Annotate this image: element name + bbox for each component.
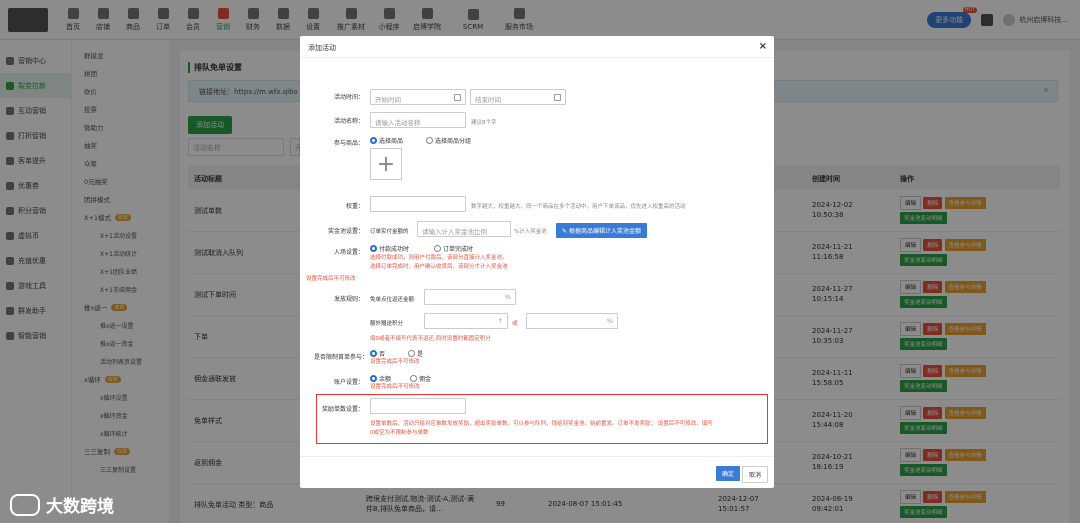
- account-note: 设置完成后不可修改: [370, 384, 420, 390]
- rule-label: 发放规则：: [333, 296, 364, 303]
- percent-sign: %: [504, 293, 511, 301]
- close-icon[interactable]: ×: [759, 41, 767, 52]
- radio-checked: [370, 350, 377, 357]
- reward-count-input[interactable]: [370, 398, 466, 414]
- rule-prefix: 免单点位返还金额: [370, 297, 415, 303]
- weight-hint: 数字越大，权重越大。同一个商品在多个活动中，用户下单该品，优先进入权重高的活动: [471, 204, 686, 210]
- modal-footer: 确定 取消: [300, 456, 774, 488]
- reward-label: 奖励单数设置：: [321, 406, 364, 413]
- radio-checked: [370, 245, 377, 252]
- pool-label: 奖金池设置：: [327, 228, 364, 235]
- entry-label: 入场设置：: [333, 249, 364, 256]
- limit-note: 设置完成后不可修改: [370, 359, 420, 365]
- start-time-input[interactable]: 开始时间: [370, 89, 466, 105]
- calendar-icon: [554, 94, 561, 101]
- entry-note-3: 设置完成后不可修改: [306, 276, 356, 282]
- radio-checked: [370, 375, 377, 382]
- or-label: 或: [512, 321, 518, 327]
- account-label: 账户设置：: [333, 379, 364, 386]
- percent-sign: %: [606, 317, 613, 325]
- edit-icon: ✎: [562, 228, 569, 235]
- weight-input[interactable]: [370, 196, 466, 212]
- goods-option-product[interactable]: 选择商品: [370, 136, 403, 145]
- entry-note-1: 选择付款成功，则用户付款后，该部分直接计入奖金池。: [370, 255, 508, 261]
- fixed-points-input[interactable]: %: [526, 313, 618, 329]
- add-activity-modal: 添加活动 × 活动时间： 开始时间 结束时间 活动名称： 请输入活动名称 建议8…: [300, 36, 774, 488]
- reward-note-1: 设置单数后，活动只给对应单数发放奖励，超出奖励单数，可以参与队列，钱给到奖金池，…: [370, 421, 713, 427]
- cancel-button[interactable]: 取消: [741, 466, 768, 483]
- radio-unchecked: [426, 137, 433, 144]
- pool-ratio-input[interactable]: 请输入计入奖金池比例: [417, 221, 511, 237]
- calendar-icon: [454, 94, 461, 101]
- confirm-button[interactable]: 确定: [715, 466, 740, 481]
- end-time-input[interactable]: 结束时间: [470, 89, 566, 105]
- radio-unchecked: [434, 245, 441, 252]
- watermark: 大数跨境: [10, 492, 114, 517]
- account-option-balance[interactable]: 余额: [370, 374, 391, 383]
- extra-points-input[interactable]: ↑: [424, 313, 508, 329]
- account-option-commission[interactable]: 佣金: [410, 374, 431, 383]
- limit-option-yes[interactable]: 是: [408, 349, 423, 358]
- entry-note-2: 选择订单完成时，用户确认收货后，该部分才计入奖金池: [370, 264, 508, 270]
- limit-label: 是否限制首单参与：: [313, 354, 368, 361]
- goods-option-group[interactable]: 选择商品分组: [426, 136, 471, 145]
- radio-unchecked: [408, 350, 415, 357]
- activity-name-input[interactable]: 请输入活动名称: [370, 112, 466, 128]
- reward-note-2: 0或空为不限制参与单数: [370, 430, 429, 436]
- weight-label: 权重：: [345, 203, 364, 210]
- modal-body: 活动时间： 开始时间 结束时间 活动名称： 请输入活动名称 建议8个字 参与商品…: [300, 58, 774, 458]
- time-label: 活动时间：: [333, 94, 364, 101]
- radio-checked: [370, 137, 377, 144]
- pool-suffix: %计入奖金池: [514, 229, 547, 235]
- entry-option-complete[interactable]: 订单完成时: [434, 244, 473, 253]
- modal-title: 添加活动: [308, 44, 336, 52]
- pool-by-product-button[interactable]: ✎ 根据商品编辑计入奖池金额: [556, 223, 647, 238]
- name-label: 活动名称：: [333, 118, 364, 125]
- extra-points-label: 额外赠送积分: [370, 321, 404, 327]
- radio-unchecked: [410, 375, 417, 382]
- add-product-button[interactable]: +: [370, 148, 402, 180]
- rule-note: 填0或者不填写代表不返还,同时设置时都固定积分: [370, 336, 491, 342]
- modal-header: 添加活动 ×: [300, 36, 774, 58]
- name-hint: 建议8个字: [471, 120, 497, 126]
- goods-label: 参与商品：: [333, 140, 364, 147]
- pool-prefix: 订单实付金额的: [370, 229, 409, 235]
- arrow-up-icon: ↑: [497, 317, 503, 325]
- entry-option-paid[interactable]: 付款成功时: [370, 244, 409, 253]
- watermark-logo-icon: [10, 493, 40, 516]
- limit-option-no[interactable]: 否: [370, 349, 385, 358]
- return-amount-input[interactable]: %: [424, 289, 516, 305]
